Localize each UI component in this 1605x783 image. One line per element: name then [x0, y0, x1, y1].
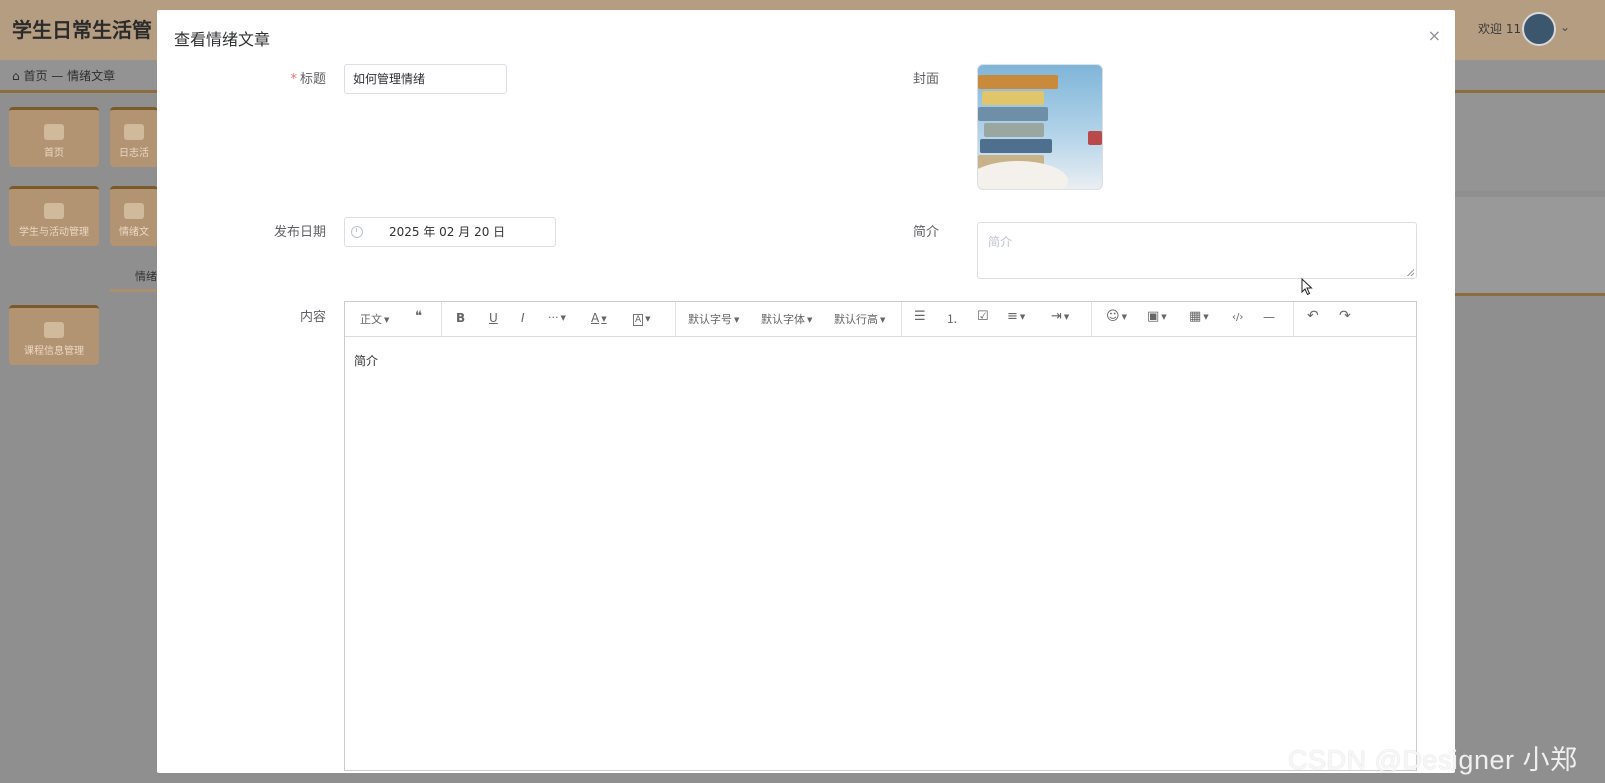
rich-text-editor[interactable]: 正文 ▼ ❝ B U I ··· ▼ A ▼ A ▼ 默认字号 ▼ 默认字体 ▼ 默认行高 ▼… [344, 301, 1417, 771]
image-label: ▣ [1147, 309, 1160, 324]
breadcrumb-separator: — [51, 69, 64, 83]
right-panel [1432, 93, 1605, 191]
home-icon: ⌂ [12, 69, 20, 83]
tile-label: 课程信息管理 [24, 346, 84, 357]
toolbar-group: ☰ ⒈ ☑ ≡ ▼ ⇥ ▼ [901, 302, 1092, 336]
intro-label: 简介 [912, 225, 939, 240]
more-icon[interactable]: ··· ▼ [548, 311, 566, 324]
todo-icon[interactable]: ☑ [977, 309, 989, 324]
underline-icon[interactable]: U [489, 311, 498, 325]
intro-placeholder: 简介 [988, 235, 1013, 249]
tile-log[interactable]: 日志活 [110, 107, 158, 167]
tile-students[interactable]: 学生与活动管理 [9, 186, 99, 246]
home-icon [44, 124, 64, 140]
book-graphic [978, 107, 1048, 121]
toolbar-group: 默认字号 ▼ 默认字体 ▼ 默认行高 ▼ [675, 302, 902, 336]
font-color-label: A [591, 311, 600, 325]
chevron-down-icon[interactable]: ⌄ [1560, 20, 1570, 34]
right-panel [1432, 197, 1605, 296]
font-color-icon[interactable]: A ▼ [591, 311, 607, 325]
watermark: CSDN @Designer 小郑 [1288, 745, 1578, 775]
view-article-dialog: 查看情绪文章 × * 标题 如何管理情绪 封面 发布日期 2025 年 02 月 … [157, 10, 1455, 773]
book-icon [44, 322, 64, 338]
more-label: ··· [548, 311, 559, 324]
bg-color-icon[interactable]: A ▼ [633, 311, 651, 326]
tile-label: 学生与活动管理 [19, 227, 89, 238]
close-icon[interactable]: × [1428, 26, 1441, 45]
book-graphic [980, 139, 1052, 153]
emoji-label: ☺ [1106, 309, 1120, 324]
font-size-select[interactable]: 默认字号 ▼ [688, 311, 739, 327]
tile-courses[interactable]: 课程信息管理 [9, 305, 99, 365]
table-label: ▦ [1189, 309, 1202, 324]
book-graphic [978, 75, 1058, 89]
align-label: ≡ [1007, 309, 1018, 324]
app-title: 学生日常生活管 [12, 18, 152, 42]
cover-label: 封面 [912, 72, 939, 87]
quote-icon[interactable]: ❝ [415, 309, 422, 324]
font-family-select[interactable]: 默认字体 ▼ [761, 311, 812, 327]
title-label-text: 标题 [299, 72, 326, 87]
align-icon[interactable]: ≡ ▼ [1007, 309, 1025, 324]
bg-color-label: A [633, 314, 644, 326]
line-height-label: 默认行高 [834, 313, 878, 326]
paragraph-select[interactable]: 正文 ▼ [360, 311, 389, 327]
book-graphic [1088, 131, 1102, 145]
indent-label: ⇥ [1051, 309, 1062, 324]
tab-indicator [110, 289, 160, 292]
toolbar-group: 正文 ▼ ❝ [345, 302, 442, 336]
table-icon[interactable]: ▦ ▼ [1189, 309, 1209, 324]
editor-toolbar: 正文 ▼ ❝ B U I ··· ▼ A ▼ A ▼ 默认字号 ▼ 默认字体 ▼ 默认行高 ▼… [345, 302, 1416, 337]
divider-icon[interactable]: — [1263, 310, 1275, 324]
content-label: 内容 [299, 310, 326, 325]
bag-icon [124, 124, 144, 140]
tile-label: 情绪文 [119, 227, 149, 238]
clock-icon [351, 226, 363, 238]
font-family-label: 默认字体 [761, 313, 805, 326]
book-graphic [984, 123, 1044, 137]
numbered-list-icon[interactable]: ⒈ [946, 310, 958, 327]
line-height-select[interactable]: 默认行高 ▼ [834, 311, 885, 327]
breadcrumb: ⌂ 首页 — 情绪文章 [12, 67, 115, 84]
emoji-icon[interactable]: ☺ ▼ [1106, 309, 1127, 324]
redo-icon[interactable]: ↷ [1339, 308, 1351, 324]
tile-label: 首页 [44, 148, 64, 159]
breadcrumb-current: 情绪文章 [67, 69, 116, 83]
font-size-label: 默认字号 [688, 313, 732, 326]
undo-icon[interactable]: ↶ [1307, 308, 1319, 324]
bullet-list-icon[interactable]: ☰ [914, 309, 926, 324]
image-icon[interactable]: ▣ ▼ [1147, 309, 1167, 324]
dialog-title: 查看情绪文章 [174, 30, 271, 49]
cursor-graphic [1301, 278, 1313, 296]
editor-content[interactable]: 简介 [354, 352, 378, 369]
cloud-graphic [978, 161, 1068, 189]
circle-icon [44, 203, 64, 219]
date-picker[interactable]: 2025 年 02 月 20 日 [344, 217, 556, 247]
title-label: * 标题 [246, 68, 326, 87]
tile-emotion[interactable]: 情绪文 [110, 186, 158, 246]
bold-icon[interactable]: B [456, 311, 465, 325]
breadcrumb-home[interactable]: 首页 [23, 69, 47, 83]
tab-emotion[interactable]: 情绪 [135, 268, 157, 284]
date-value: 2025 年 02 月 20 日 [389, 225, 506, 239]
required-mark: * [290, 72, 297, 87]
cover-image[interactable] [977, 64, 1103, 190]
paragraph-label: 正文 [360, 313, 382, 326]
welcome-text: 欢迎 11 [1478, 22, 1522, 36]
code-icon[interactable]: ‹/› [1232, 312, 1243, 323]
tile-label: 日志活 [119, 148, 149, 159]
title-input[interactable]: 如何管理情绪 [344, 64, 507, 94]
toolbar-group: ☺ ▼ ▣ ▼ ▦ ▼ ‹/› — [1091, 302, 1294, 336]
italic-icon[interactable]: I [521, 311, 525, 325]
tile-home[interactable]: 首页 [9, 107, 99, 167]
resize-handle[interactable] [1407, 269, 1414, 276]
indent-icon[interactable]: ⇥ ▼ [1051, 309, 1069, 324]
avatar[interactable] [1522, 12, 1556, 46]
intro-textarea[interactable]: 简介 [977, 222, 1417, 279]
toolbar-group: B U I ··· ▼ A ▼ A ▼ [441, 302, 676, 336]
date-label: 发布日期 [273, 225, 326, 240]
monitor-icon [124, 203, 144, 219]
book-graphic [982, 91, 1044, 105]
